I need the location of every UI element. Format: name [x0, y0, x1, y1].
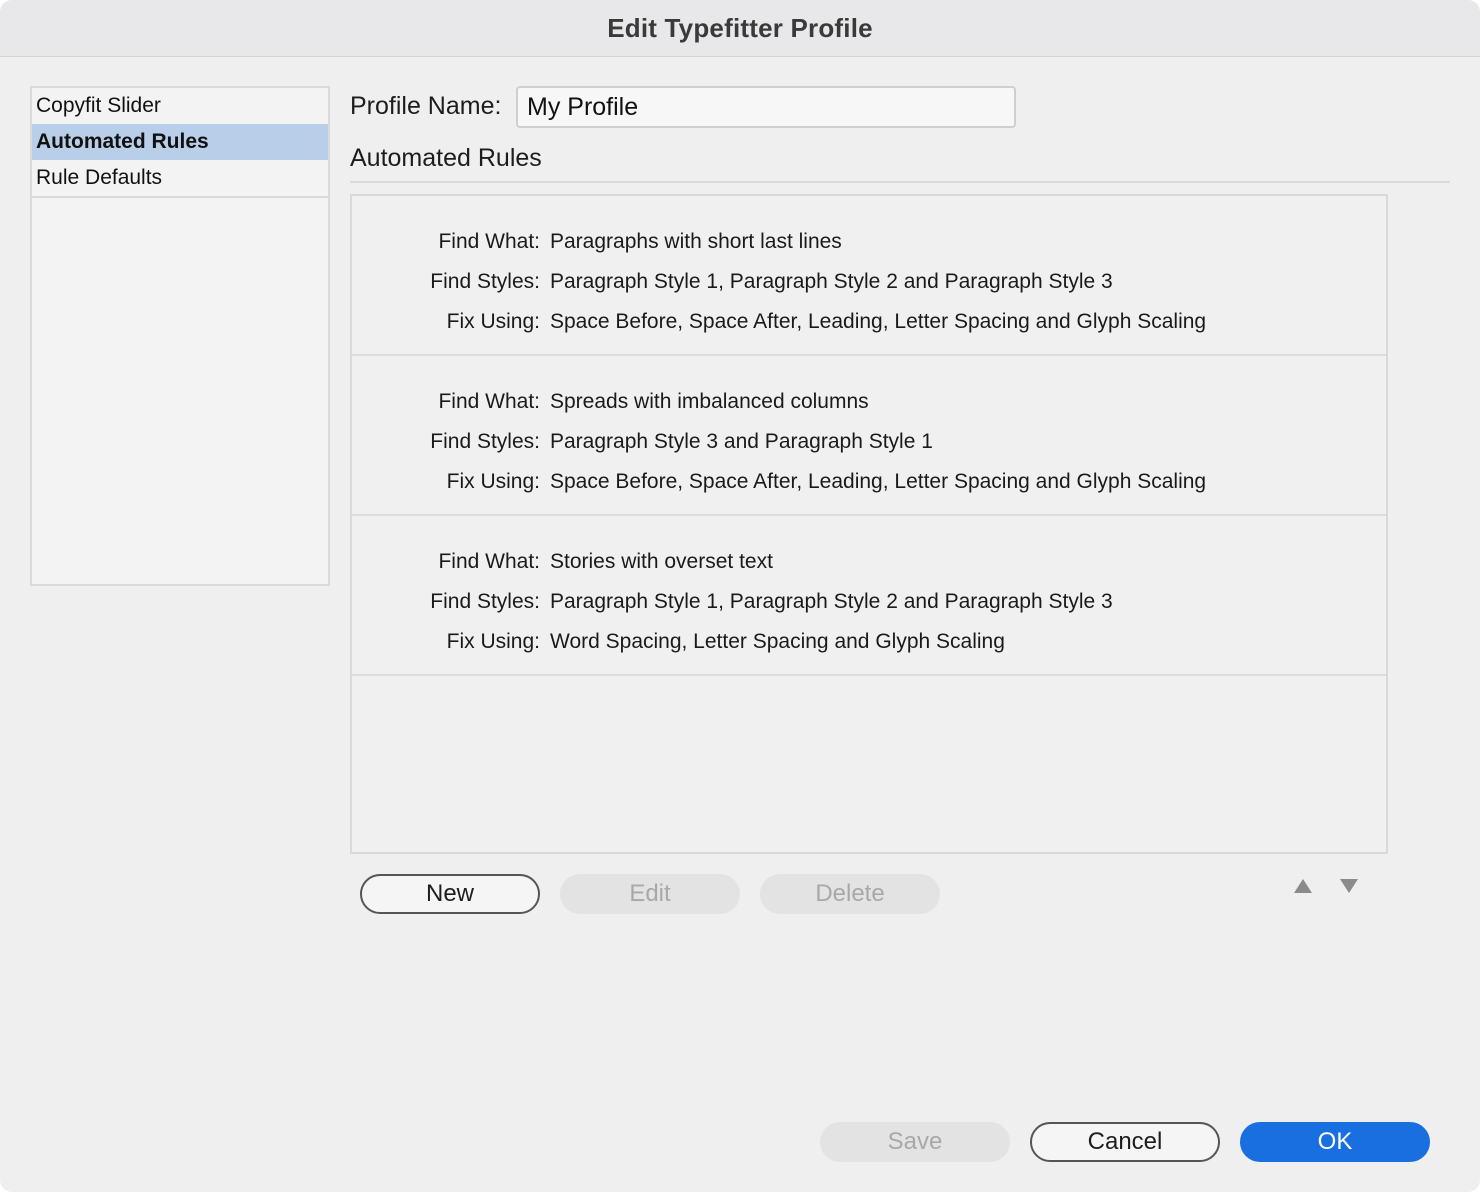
- save-button[interactable]: Save: [820, 1122, 1010, 1162]
- window-title: Edit Typefitter Profile: [607, 12, 873, 43]
- rule-value: Paragraphs with short last lines: [550, 230, 842, 253]
- rule-key: Find Styles:: [430, 590, 540, 613]
- rule-value: Paragraph Style 3 and Paragraph Style 1: [550, 430, 933, 453]
- sidebar-item-label: Copyfit Slider: [36, 94, 161, 117]
- rule-fix-using: Fix Using: Space Before, Space After, Le…: [352, 302, 1386, 342]
- delete-rule-button-label: Delete: [815, 880, 885, 907]
- delete-rule-button[interactable]: Delete: [760, 874, 940, 914]
- section-heading: Automated Rules: [350, 144, 542, 172]
- profile-name-label: Profile Name:: [350, 92, 502, 120]
- triangle-down-icon[interactable]: [1338, 877, 1360, 897]
- ok-button[interactable]: OK: [1240, 1122, 1430, 1162]
- edit-rule-button[interactable]: Edit: [560, 874, 740, 914]
- rule-key: Find What:: [438, 390, 540, 413]
- cancel-button-label: Cancel: [1087, 1128, 1163, 1155]
- triangle-up-icon[interactable]: [1292, 877, 1314, 897]
- rule-find-what: Find What: Stories with overset text: [352, 542, 1386, 582]
- dialog-window: Edit Typefitter Profile Copyfit Slider A…: [0, 0, 1480, 1192]
- rule-item[interactable]: Find What: Paragraphs with short last li…: [352, 196, 1386, 356]
- sidebar: Copyfit Slider Automated Rules Rule Defa…: [30, 86, 330, 586]
- rule-item[interactable]: Find What: Stories with overset text Fin…: [352, 516, 1386, 676]
- rule-key: Fix Using:: [446, 310, 540, 333]
- rule-key: Find What:: [438, 230, 540, 253]
- cancel-button[interactable]: Cancel: [1030, 1122, 1220, 1162]
- sidebar-item-rule-defaults[interactable]: Rule Defaults: [32, 160, 328, 196]
- rule-value: Word Spacing, Letter Spacing and Glyph S…: [550, 630, 1005, 653]
- rule-find-what: Find What: Paragraphs with short last li…: [352, 222, 1386, 262]
- sidebar-item-copyfit-slider[interactable]: Copyfit Slider: [32, 88, 328, 124]
- sidebar-item-automated-rules[interactable]: Automated Rules: [32, 124, 328, 160]
- rule-find-what: Find What: Spreads with imbalanced colum…: [352, 382, 1386, 422]
- rule-find-styles: Find Styles: Paragraph Style 3 and Parag…: [352, 422, 1386, 462]
- rule-fix-using: Fix Using: Space Before, Space After, Le…: [352, 462, 1386, 502]
- ok-button-label: OK: [1317, 1128, 1353, 1155]
- save-button-label: Save: [887, 1128, 943, 1155]
- rule-value: Space Before, Space After, Leading, Lett…: [550, 310, 1207, 333]
- rule-find-styles: Find Styles: Paragraph Style 1, Paragrap…: [352, 582, 1386, 622]
- sidebar-item-label: Rule Defaults: [36, 166, 163, 189]
- rule-find-styles: Find Styles: Paragraph Style 1, Paragrap…: [352, 262, 1386, 302]
- rule-value: Space Before, Space After, Leading, Lett…: [550, 470, 1207, 493]
- edit-rule-button-label: Edit: [629, 880, 671, 907]
- profile-name-input[interactable]: [516, 86, 1016, 128]
- rule-item[interactable]: Find What: Spreads with imbalanced colum…: [352, 356, 1386, 516]
- rule-value: Stories with overset text: [550, 550, 773, 573]
- new-rule-button-label: New: [425, 880, 474, 907]
- rule-key: Find Styles:: [430, 430, 540, 453]
- rule-key: Find What:: [438, 550, 540, 573]
- section-divider: [350, 181, 1450, 183]
- title-bar: Edit Typefitter Profile: [0, 0, 1480, 57]
- rules-list[interactable]: Find What: Paragraphs with short last li…: [350, 194, 1388, 854]
- rule-value: Paragraph Style 1, Paragraph Style 2 and…: [550, 590, 1113, 613]
- rule-fix-using: Fix Using: Word Spacing, Letter Spacing …: [352, 622, 1386, 662]
- rule-key: Fix Using:: [446, 630, 540, 653]
- rule-value: Spreads with imbalanced columns: [550, 390, 869, 413]
- new-rule-button[interactable]: New: [360, 874, 540, 914]
- rule-key: Find Styles:: [430, 270, 540, 293]
- sidebar-item-label: Automated Rules: [36, 130, 209, 153]
- rule-key: Fix Using:: [446, 470, 540, 493]
- rule-value: Paragraph Style 1, Paragraph Style 2 and…: [550, 270, 1113, 293]
- sidebar-list: Copyfit Slider Automated Rules Rule Defa…: [32, 88, 328, 198]
